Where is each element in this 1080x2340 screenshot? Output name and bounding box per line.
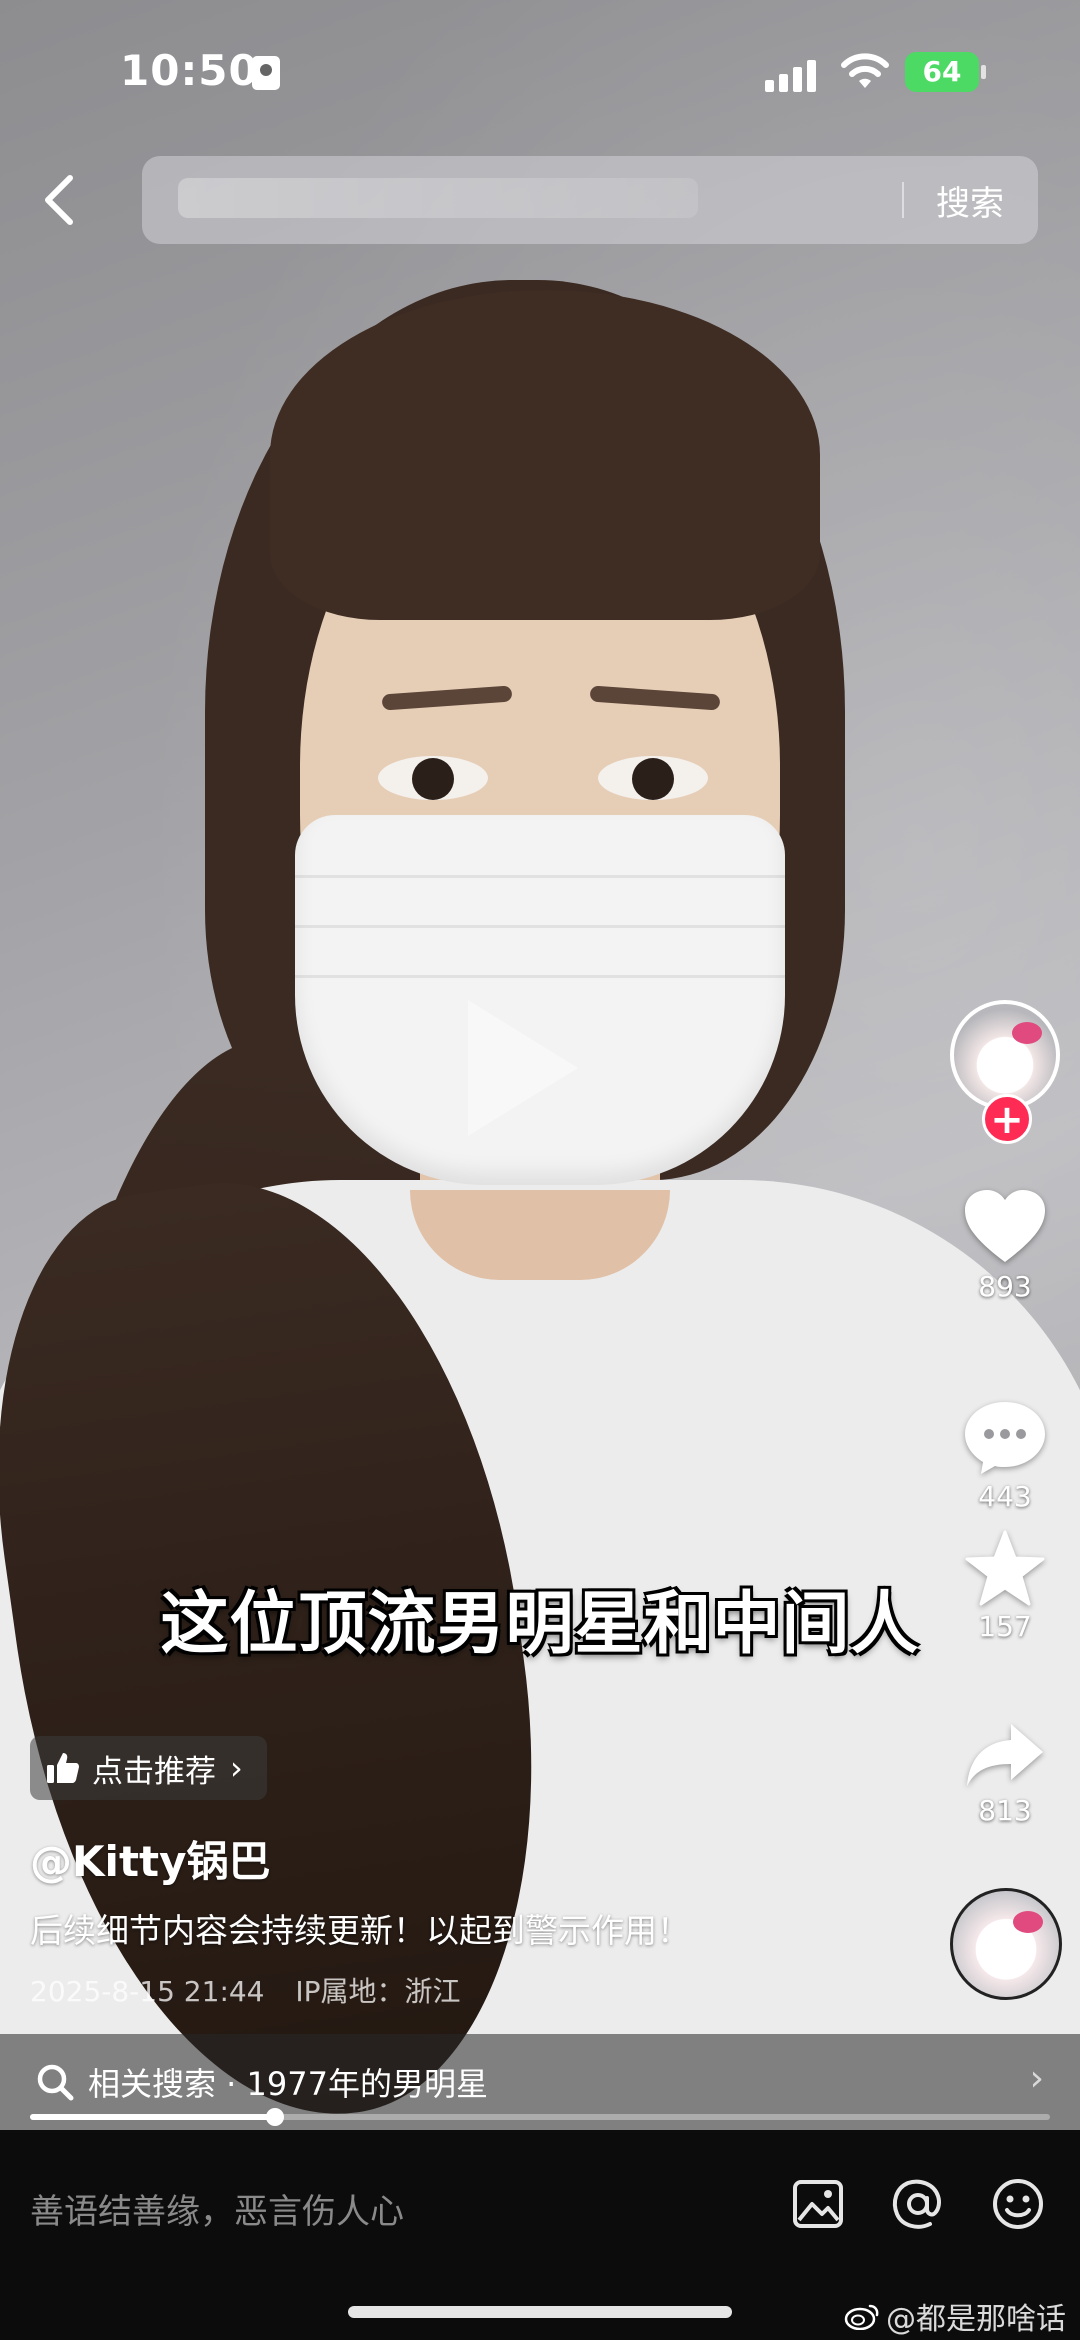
related-search-label: 相关搜索 · 1977年的男明星 — [88, 2065, 488, 2103]
weibo-icon — [844, 2304, 879, 2330]
recommend-button[interactable]: 点击推荐 › — [30, 1736, 267, 1800]
video-caption: 这位顶流男明星和中间人 — [160, 1585, 920, 1664]
search-icon — [37, 2064, 74, 2101]
progress-fill — [30, 2114, 275, 2120]
play-icon — [468, 1000, 578, 1136]
watermark: @都是那啥话 — [844, 2294, 1066, 2338]
chevron-right-icon: › — [1029, 2058, 1044, 2099]
contact-card-icon — [252, 56, 280, 90]
heart-icon — [965, 1190, 1045, 1262]
emoji-icon[interactable] — [990, 2176, 1046, 2232]
wifi-icon — [841, 53, 889, 88]
status-bar: 10:50 64 — [0, 40, 1080, 110]
like-button[interactable]: 893 — [944, 1190, 1066, 1303]
watermark-text: @都是那啥话 — [886, 2302, 1066, 2337]
search-button[interactable]: 搜索 — [936, 176, 1004, 225]
like-count: 893 — [978, 1270, 1032, 1303]
avatar-bow — [1012, 1022, 1042, 1044]
video-progress-bar[interactable] — [30, 2108, 1050, 2126]
video-description: 后续细节内容会持续更新！以起到警示作用！ — [30, 1911, 690, 1950]
favorite-button[interactable]: 157 — [944, 1530, 1066, 1643]
recommend-label: 点击推荐 — [92, 1753, 216, 1790]
battery-icon: 64 — [905, 52, 986, 92]
author-name[interactable]: @Kitty锅巴 — [30, 1828, 270, 1889]
comment-input[interactable]: 善语结善缘，恶言伤人心 — [30, 2184, 404, 2233]
video-hair-top — [270, 290, 820, 620]
follow-button[interactable]: + — [982, 1094, 1032, 1144]
ip-location: IP属地：浙江 — [295, 1975, 461, 2008]
favorite-count: 157 — [978, 1610, 1032, 1643]
star-icon — [965, 1530, 1045, 1606]
at-icon[interactable] — [890, 2176, 946, 2232]
battery-level: 64 — [922, 55, 962, 88]
share-count: 813 — [978, 1794, 1032, 1827]
comment-count: 443 — [978, 1480, 1032, 1513]
post-date: 2025-8-15 21:44 — [30, 1975, 265, 2008]
music-disc[interactable] — [950, 1888, 1062, 2000]
video-player[interactable] — [0, 0, 1080, 2130]
search-bar[interactable]: 搜索 — [142, 156, 1038, 244]
disc-bow — [1013, 1911, 1043, 1933]
comment-icon — [965, 1402, 1045, 1474]
status-time: 10:50 — [120, 46, 259, 95]
signal-icon — [765, 58, 823, 92]
comment-button[interactable]: 443 — [944, 1400, 1066, 1513]
video-right-eye — [598, 756, 708, 800]
search-divider — [902, 182, 904, 218]
back-icon[interactable] — [36, 170, 86, 230]
video-meta: 2025-8-15 21:44 IP属地：浙江 — [30, 1970, 483, 2010]
progress-handle[interactable] — [265, 2108, 284, 2126]
video-left-eye — [378, 756, 488, 800]
share-button[interactable]: 813 — [944, 1720, 1066, 1827]
thumbs-up-icon — [47, 1753, 79, 1783]
share-icon — [967, 1724, 1043, 1786]
comment-bar: 善语结善缘，恶言伤人心 @都是那啥话 — [0, 2130, 1080, 2340]
image-icon[interactable] — [790, 2176, 846, 2232]
home-indicator — [348, 2306, 732, 2318]
chevron-right-icon: › — [230, 1749, 243, 1787]
search-input[interactable] — [178, 178, 698, 218]
